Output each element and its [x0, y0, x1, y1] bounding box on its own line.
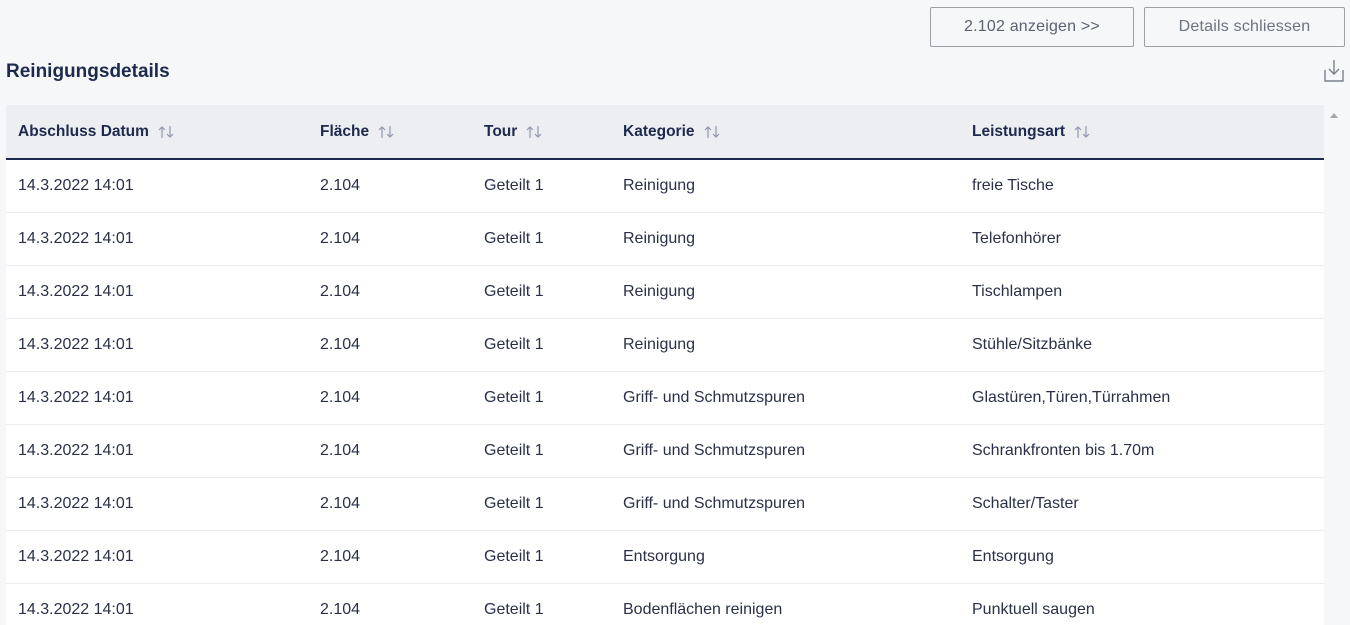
- cell-kategorie: Entsorgung: [623, 548, 705, 565]
- cell-tour: Geteilt 1: [484, 495, 544, 512]
- column-header-tour[interactable]: Tour: [484, 105, 543, 158]
- column-header-leistungsart[interactable]: Leistungsart: [972, 105, 1091, 158]
- cell-tour: Geteilt 1: [484, 336, 544, 353]
- table-row[interactable]: 14.3.2022 14:01 2.104 Geteilt 1 Griff- u…: [6, 425, 1324, 478]
- table-row[interactable]: 14.3.2022 14:01 2.104 Geteilt 1 Reinigun…: [6, 319, 1324, 372]
- cell-kategorie: Griff- und Schmutzspuren: [623, 442, 806, 459]
- cell-kategorie: Reinigung: [623, 283, 696, 300]
- cell-datum: 14.3.2022 14:01: [18, 230, 134, 247]
- cell-flaeche: 2.104: [320, 230, 361, 247]
- cell-tour: Geteilt 1: [484, 601, 544, 618]
- cell-flaeche: 2.104: [320, 283, 361, 300]
- cell-flaeche: 2.104: [320, 495, 361, 512]
- page-root: 2.102 anzeigen >> Details schliessen Rei…: [0, 0, 1350, 625]
- cell-datum: 14.3.2022 14:01: [18, 442, 134, 459]
- column-header-flaeche[interactable]: Fläche: [320, 105, 395, 158]
- column-header-label: Kategorie: [623, 122, 695, 140]
- scroll-up-arrow-icon[interactable]: [1330, 113, 1338, 118]
- download-icon[interactable]: [1323, 59, 1345, 83]
- cell-kategorie: Reinigung: [623, 230, 696, 247]
- table-row[interactable]: 14.3.2022 14:01 2.104 Geteilt 1 Bodenflä…: [6, 584, 1324, 625]
- cell-flaeche: 2.104: [320, 548, 361, 565]
- cell-leistungsart: Schrankfronten bis 1.70m: [972, 442, 1155, 459]
- cell-leistungsart: Schalter/Taster: [972, 495, 1079, 512]
- cell-leistungsart: Tischlampen: [972, 283, 1063, 300]
- cell-tour: Geteilt 1: [484, 283, 544, 300]
- table-row[interactable]: 14.3.2022 14:01 2.104 Geteilt 1 Reinigun…: [6, 160, 1324, 213]
- cell-leistungsart: Telefonhörer: [972, 230, 1061, 247]
- cell-flaeche: 2.104: [320, 442, 361, 459]
- cell-datum: 14.3.2022 14:01: [18, 389, 134, 406]
- table-row[interactable]: 14.3.2022 14:01 2.104 Geteilt 1 Reinigun…: [6, 213, 1324, 266]
- cell-flaeche: 2.104: [320, 601, 361, 618]
- cell-leistungsart: Stühle/Sitzbänke: [972, 336, 1093, 353]
- cell-datum: 14.3.2022 14:01: [18, 283, 134, 300]
- column-header-label: Tour: [484, 122, 518, 140]
- sort-icon[interactable]: [525, 125, 543, 139]
- cell-flaeche: 2.104: [320, 177, 361, 194]
- cell-kategorie: Griff- und Schmutzspuren: [623, 495, 806, 512]
- column-header-label: Abschluss Datum: [18, 122, 149, 140]
- show-more-button[interactable]: 2.102 anzeigen >>: [930, 7, 1134, 47]
- sort-icon[interactable]: [703, 125, 721, 139]
- close-details-button[interactable]: Details schliessen: [1144, 7, 1345, 47]
- column-header-label: Fläche: [320, 122, 370, 140]
- cell-datum: 14.3.2022 14:01: [18, 336, 134, 353]
- sort-icon[interactable]: [157, 125, 175, 139]
- cell-kategorie: Griff- und Schmutzspuren: [623, 389, 806, 406]
- column-header-label: Leistungsart: [972, 122, 1066, 140]
- section-title: Reinigungsdetails: [6, 61, 170, 82]
- table-row[interactable]: 14.3.2022 14:01 2.104 Geteilt 1 Griff- u…: [6, 478, 1324, 531]
- cell-tour: Geteilt 1: [484, 389, 544, 406]
- column-header-kategorie[interactable]: Kategorie: [623, 105, 721, 158]
- cell-datum: 14.3.2022 14:01: [18, 548, 134, 565]
- vertical-scrollbar[interactable]: [1324, 105, 1345, 625]
- sort-icon[interactable]: [377, 125, 395, 139]
- cell-kategorie: Reinigung: [623, 177, 696, 194]
- cell-tour: Geteilt 1: [484, 177, 544, 194]
- cell-leistungsart: Entsorgung: [972, 548, 1054, 565]
- cell-flaeche: 2.104: [320, 389, 361, 406]
- cell-datum: 14.3.2022 14:01: [18, 495, 134, 512]
- cell-tour: Geteilt 1: [484, 548, 544, 565]
- table-row[interactable]: 14.3.2022 14:01 2.104 Geteilt 1 Griff- u…: [6, 372, 1324, 425]
- cell-leistungsart: Glastüren,Türen,Türrahmen: [972, 389, 1171, 406]
- cell-kategorie: Bodenflächen reinigen: [623, 601, 783, 618]
- table-header: Abschluss Datum Fläche Tour Kategorie Le…: [6, 105, 1324, 160]
- sort-icon[interactable]: [1073, 125, 1091, 139]
- column-header-abschluss-datum[interactable]: Abschluss Datum: [18, 105, 175, 158]
- table-row[interactable]: 14.3.2022 14:01 2.104 Geteilt 1 Reinigun…: [6, 266, 1324, 319]
- cell-leistungsart: Punktuell saugen: [972, 601, 1095, 618]
- cell-tour: Geteilt 1: [484, 230, 544, 247]
- cell-kategorie: Reinigung: [623, 336, 696, 353]
- cell-datum: 14.3.2022 14:01: [18, 601, 134, 618]
- cell-flaeche: 2.104: [320, 336, 361, 353]
- cell-datum: 14.3.2022 14:01: [18, 177, 134, 194]
- table-row[interactable]: 14.3.2022 14:01 2.104 Geteilt 1 Entsorgu…: [6, 531, 1324, 584]
- cell-leistungsart: freie Tische: [972, 177, 1054, 194]
- details-table: Abschluss Datum Fläche Tour Kategorie Le…: [6, 105, 1324, 625]
- cell-tour: Geteilt 1: [484, 442, 544, 459]
